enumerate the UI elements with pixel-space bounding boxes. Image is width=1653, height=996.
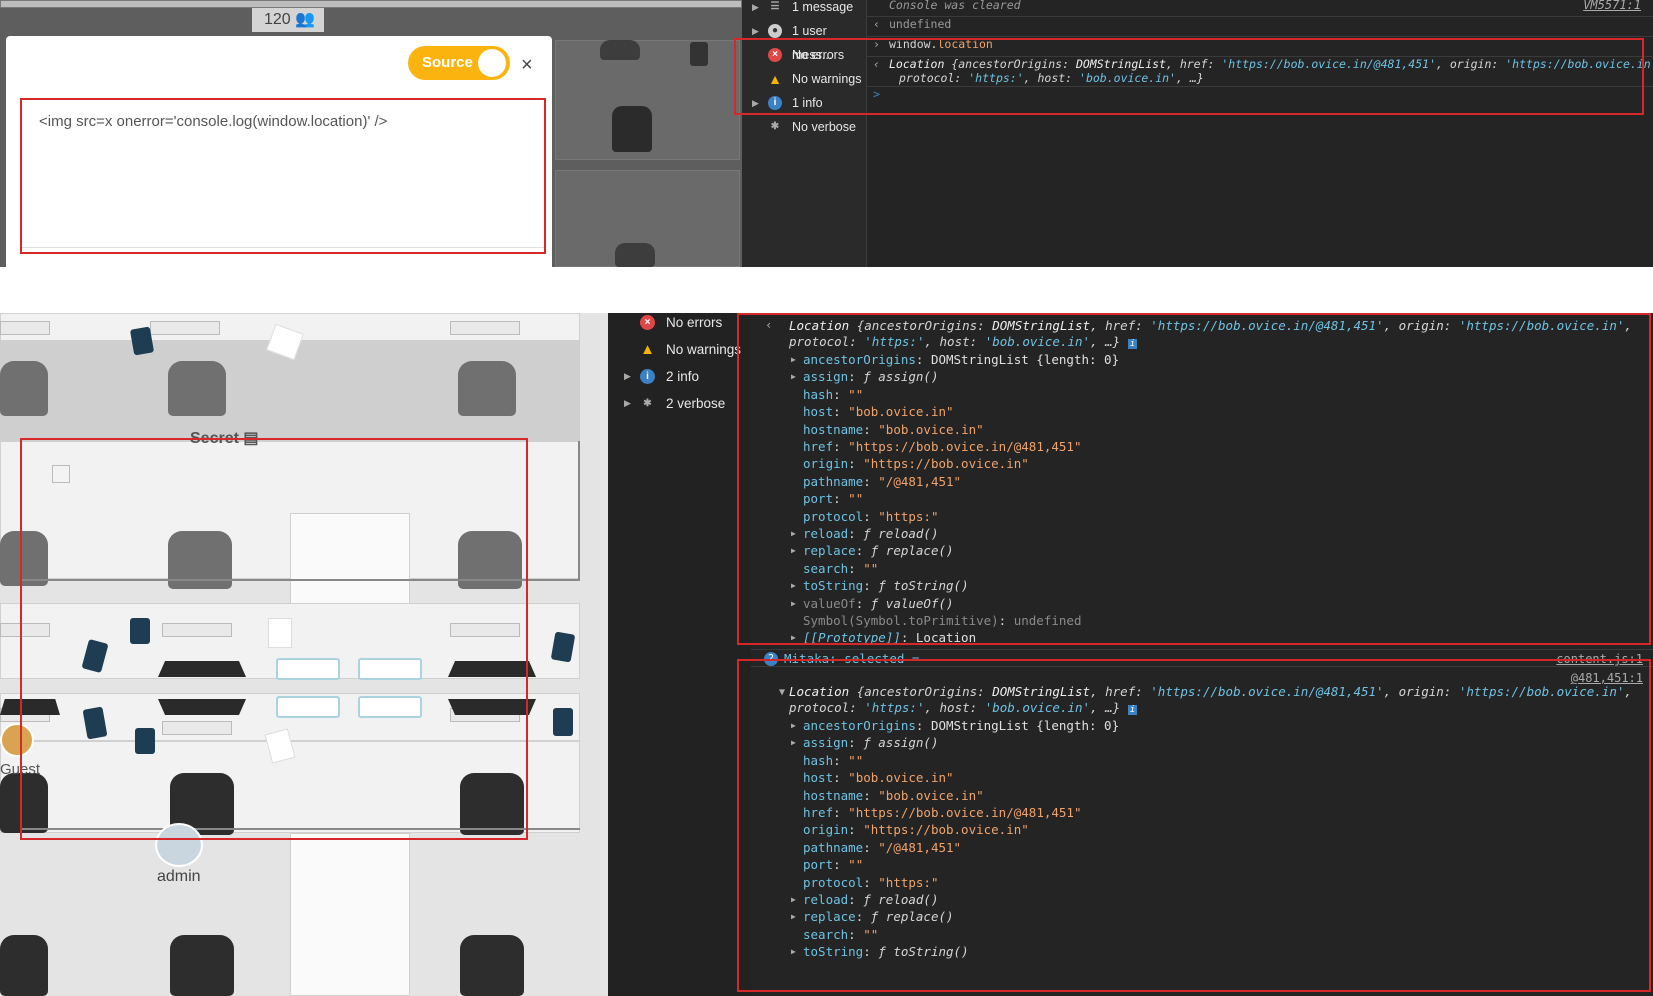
sidebar-item-label: No errors xyxy=(666,315,723,330)
source-editor-dialog: Source × <img src=x onerror='console.log… xyxy=(6,36,552,267)
tablet-icon xyxy=(690,42,708,66)
sidebar-item-label: 1 message xyxy=(792,0,854,14)
toggle-knob xyxy=(478,49,506,77)
console-bottom: ‹ Location {ancestorOrigins: DOMStringLi… xyxy=(737,313,1653,996)
console-undefined-text: undefined xyxy=(889,17,952,31)
sidebar-item-verbose[interactable]: ▶ ✱ 2 verbose xyxy=(608,390,751,417)
source-toggle[interactable]: Source xyxy=(408,46,510,80)
desk-block xyxy=(290,833,410,996)
sidebar-item-label: No verbose xyxy=(792,120,856,134)
sidebar-item-info[interactable]: ▶ i 2 info xyxy=(608,363,751,390)
chair-icon xyxy=(460,935,524,996)
sidebar-item-messages[interactable]: ▶ ☰ 1 message xyxy=(742,0,867,19)
chair-icon xyxy=(168,361,226,416)
highlight-box xyxy=(737,313,1651,645)
close-icon[interactable]: × xyxy=(521,54,533,77)
highlight-box xyxy=(20,438,528,840)
chair-icon xyxy=(458,361,516,416)
source-link[interactable]: VM5571:1 xyxy=(1583,0,1641,12)
sidebar-item-warnings[interactable]: ▲ No warnings xyxy=(608,336,751,363)
tablet-icon xyxy=(553,708,573,736)
office-map-top: 120 👥 Source × <img src=x onerror='conso… xyxy=(0,0,742,267)
keyboard-icon xyxy=(150,321,220,335)
chair-icon xyxy=(612,106,652,152)
sidebar-item-label: 2 verbose xyxy=(666,396,726,411)
caret-icon: ▶ xyxy=(752,2,759,12)
sidebar-item-errors[interactable]: × No errors xyxy=(608,309,751,336)
devtools-top: ▶ ☰ 1 message ▶ ● 1 user mess... × No er… xyxy=(734,0,1653,267)
console-cleared-row: Console was cleared VM5571:1 xyxy=(867,0,1653,12)
sidebar-item-label: 2 info xyxy=(666,369,700,384)
chair-icon xyxy=(600,40,640,60)
keyboard-icon xyxy=(450,321,520,335)
console-sidebar-bottom: × No errors ▲ No warnings ▶ i 2 info ▶ ✱… xyxy=(608,313,751,996)
admin-label: admin xyxy=(157,868,201,885)
caret-icon: ▶ xyxy=(624,398,631,408)
user-counter: 120 👥 xyxy=(252,8,324,32)
list-icon: ☰ xyxy=(770,1,780,12)
highlight-box xyxy=(20,98,546,254)
caret-icon: ▶ xyxy=(624,371,631,381)
user-icon: ● xyxy=(768,24,782,38)
bug-icon: ✱ xyxy=(770,121,780,132)
tablet-icon xyxy=(129,326,155,356)
info-icon: i xyxy=(640,369,655,384)
sidebar-item-label: No warnings xyxy=(666,342,742,357)
keyboard-icon xyxy=(0,321,50,335)
return-arrow-icon: ‹ xyxy=(873,17,880,31)
bottom-screenshot: Secret ▤ Guest admin × No errors ▲ No wa… xyxy=(0,313,1653,996)
bug-icon: ✱ xyxy=(643,398,652,409)
highlight-box xyxy=(737,659,1651,992)
chair-icon xyxy=(615,243,655,267)
highlight-box xyxy=(734,38,1644,115)
chair-icon xyxy=(0,935,48,996)
chair-icon xyxy=(170,935,234,996)
error-icon: × xyxy=(640,315,655,330)
source-toggle-label: Source xyxy=(422,54,473,71)
top-screenshot: 120 👥 Source × <img src=x onerror='conso… xyxy=(0,0,1653,267)
map-top-bar xyxy=(0,0,742,8)
users-icon: 👥 xyxy=(295,11,316,28)
office-map-bottom: Secret ▤ Guest admin xyxy=(0,313,608,996)
console-cleared-text: Console was cleared xyxy=(889,0,1021,12)
warning-icon: ▲ xyxy=(640,341,655,358)
chair-icon xyxy=(0,361,48,416)
console-undefined-row: ‹ undefined xyxy=(867,16,1653,32)
sidebar-item-verbose[interactable]: ✱ No verbose xyxy=(742,115,867,139)
